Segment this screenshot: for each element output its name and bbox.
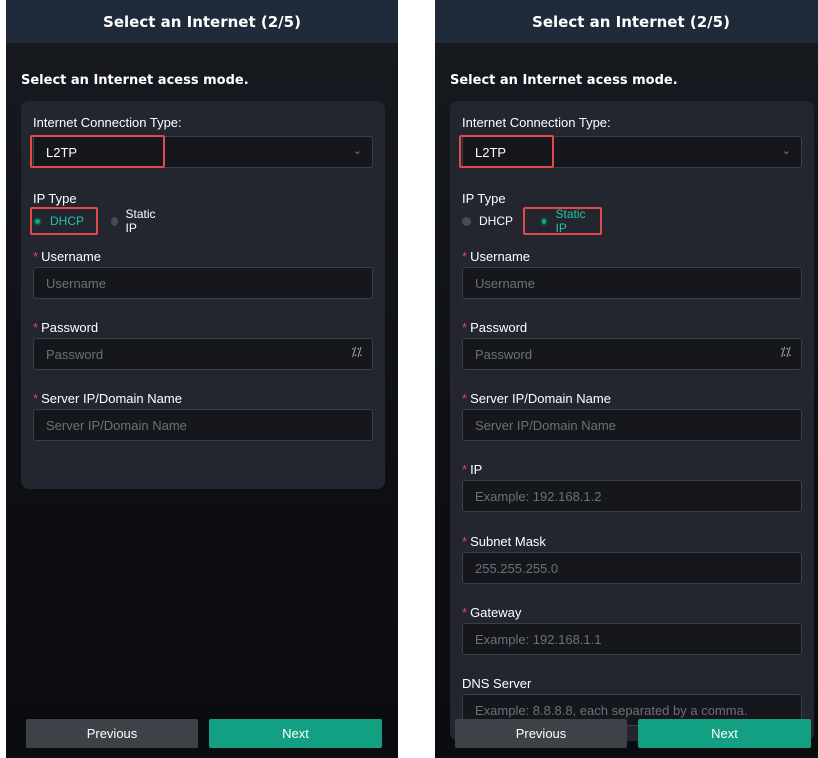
previous-button[interactable]: Previous	[26, 719, 198, 748]
eye-closed-icon[interactable]: ⁒⁒	[780, 345, 791, 359]
radio-dhcp[interactable]: DHCP	[33, 212, 84, 230]
connection-type-label: Internet Connection Type:	[462, 115, 611, 130]
server-input[interactable]: Server IP/Domain Name	[462, 409, 802, 441]
username-placeholder: Username	[46, 276, 106, 291]
password-placeholder: Password	[46, 347, 104, 362]
radio-static-ip[interactable]: Static IP	[111, 207, 158, 235]
ip-label: * IP	[462, 462, 483, 477]
dns-server-label: DNS Server	[462, 676, 532, 691]
page-title: Select an Internet (2/5)	[435, 0, 818, 43]
connection-type-value: L2TP	[475, 145, 507, 160]
radio-selected-icon	[540, 216, 548, 226]
username-label: * Username	[462, 249, 531, 264]
subnet-mask-input[interactable]: 255.255.255.0	[462, 552, 802, 584]
ip-type-label: IP Type	[462, 191, 506, 206]
required-mark: *	[462, 534, 468, 549]
content-area: Select an Internet acess mode. Internet …	[435, 43, 818, 758]
username-input[interactable]: Username	[33, 267, 373, 299]
page-title: Select an Internet (2/5)	[6, 0, 398, 43]
password-input[interactable]: Password ⁒⁒	[462, 338, 802, 370]
connection-type-label: Internet Connection Type:	[33, 115, 182, 130]
required-mark: *	[33, 391, 39, 406]
content-area: Select an Internet acess mode. Internet …	[6, 43, 398, 758]
form-card: Internet Connection Type: L2TP ⌄ IP Type…	[21, 101, 385, 489]
ip-placeholder: Example: 192.168.1.2	[475, 489, 602, 504]
password-label: * Password	[33, 320, 99, 335]
password-label: * Password	[462, 320, 528, 335]
username-input[interactable]: Username	[462, 267, 802, 299]
form-card: Internet Connection Type: L2TP ⌄ IP Type…	[450, 101, 814, 741]
radio-static-ip[interactable]: Static IP	[540, 207, 587, 235]
server-input[interactable]: Server IP/Domain Name	[33, 409, 373, 441]
ip-type-label: IP Type	[33, 191, 77, 206]
radio-dhcp-label: DHCP	[479, 214, 514, 228]
section-subtitle: Select an Internet acess mode.	[450, 73, 678, 88]
gateway-input[interactable]: Example: 192.168.1.1	[462, 623, 802, 655]
radio-selected-icon	[33, 216, 42, 226]
radio-unselected-icon	[111, 216, 118, 226]
gateway-label: * Gateway	[462, 605, 522, 620]
password-placeholder: Password	[475, 347, 533, 362]
setup-panel-static-ip: Select an Internet (2/5) Select an Inter…	[435, 0, 818, 758]
radio-dhcp[interactable]: DHCP	[462, 212, 513, 230]
ip-input[interactable]: Example: 192.168.1.2	[462, 480, 802, 512]
radio-dhcp-label: DHCP	[50, 214, 85, 228]
section-subtitle: Select an Internet acess mode.	[21, 73, 249, 88]
required-mark: *	[33, 320, 39, 335]
radio-static-ip-label: Static IP	[555, 207, 586, 235]
radio-unselected-icon	[462, 216, 471, 226]
required-mark: *	[462, 605, 468, 620]
server-label: * Server IP/Domain Name	[462, 391, 611, 406]
next-button[interactable]: Next	[638, 719, 811, 748]
required-mark: *	[462, 462, 468, 477]
required-mark: *	[462, 320, 468, 335]
connection-type-value: L2TP	[46, 145, 78, 160]
gateway-placeholder: Example: 192.168.1.1	[475, 632, 602, 647]
server-label: * Server IP/Domain Name	[33, 391, 182, 406]
required-mark: *	[33, 249, 39, 264]
chevron-down-icon: ⌄	[352, 145, 362, 157]
next-button[interactable]: Next	[209, 719, 382, 748]
previous-button[interactable]: Previous	[455, 719, 627, 748]
subnet-mask-label: * Subnet Mask	[462, 534, 546, 549]
required-mark: *	[462, 391, 468, 406]
eye-closed-icon[interactable]: ⁒⁒	[351, 345, 362, 359]
radio-static-ip-label: Static IP	[125, 207, 156, 235]
username-label: * Username	[33, 249, 102, 264]
subnet-mask-placeholder: 255.255.255.0	[475, 561, 559, 576]
setup-panel-dhcp: Select an Internet (2/5) Select an Inter…	[6, 0, 398, 758]
connection-type-select[interactable]: L2TP ⌄	[33, 136, 373, 168]
server-placeholder: Server IP/Domain Name	[475, 418, 616, 433]
chevron-down-icon: ⌄	[781, 145, 791, 157]
password-input[interactable]: Password ⁒⁒	[33, 338, 373, 370]
server-placeholder: Server IP/Domain Name	[46, 418, 187, 433]
connection-type-select[interactable]: L2TP ⌄	[462, 136, 802, 168]
username-placeholder: Username	[475, 276, 535, 291]
dns-server-placeholder: Example: 8.8.8.8, each separated by a co…	[475, 703, 748, 718]
required-mark: *	[462, 249, 468, 264]
